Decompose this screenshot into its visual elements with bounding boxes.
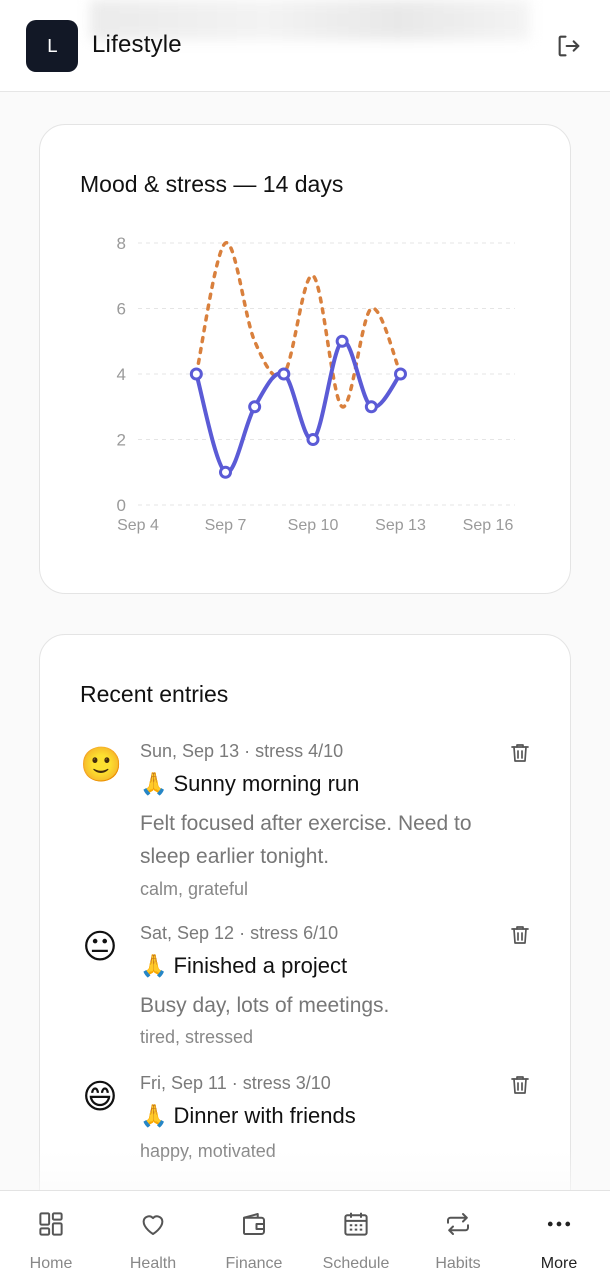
y-tick-label: 0 [117,496,126,515]
app-logo[interactable]: L [26,20,78,72]
nav-item-schedule[interactable]: Schedule [305,1191,407,1287]
data-point[interactable] [248,400,262,414]
trash-icon[interactable] [508,923,532,947]
nav-item-more[interactable]: More [508,1191,610,1287]
data-point[interactable] [189,367,203,381]
data-point[interactable] [364,400,378,414]
heart-icon [142,1215,164,1235]
nav-label-more: More [540,1255,578,1272]
entry-note: Busy day, lots of meetings. [140,994,390,1017]
x-tick-label: Sep 10 [288,517,339,534]
nav-item-finance[interactable]: Finance [203,1191,305,1287]
entry-tags: happy, motivated [140,1141,276,1161]
x-tick-label: Sep 4 [117,517,159,534]
trash-icon[interactable] [508,741,532,765]
entry-title: 🙏 Finished a project [140,953,348,978]
y-tick-label: 6 [117,300,126,319]
nav-item-health[interactable]: Health [102,1191,204,1287]
app-header: L Lifestyle [0,0,610,92]
entry-item[interactable]: 😐 Sat, Sep 12 · stress 6/10 🙏 Finished a… [80,923,540,1047]
recent-entries-card: Recent entries 🙂 Sun, Sep 13 · stress 4/… [39,634,571,1254]
y-tick-label: 8 [117,234,126,253]
entry-tags: calm, grateful [140,879,249,899]
wallet-icon [243,1213,265,1235]
data-point[interactable] [306,433,320,446]
entries-title: Recent entries [80,681,229,707]
entry-title: 🙏 Sunny morning run [140,771,360,796]
entry-title: 🙏 Dinner with friends [140,1103,356,1128]
entry-meta: Sat, Sep 12 · stress 6/10 [140,923,339,943]
logout-icon [558,35,580,57]
more-dots-icon [547,1221,571,1227]
bottom-nav: Home Health Finance Schedule Habits More [0,1190,610,1287]
mood-stress-chart: 0 2 4 6 8 Sep 4 Sep 7 Sep 10 Sep 13 Sep 16 [117,234,515,534]
x-tick-label: Sep 16 [463,517,514,534]
nav-label-health: Health [129,1255,177,1272]
x-tick-label: Sep 7 [205,517,247,534]
entry-meta: Fri, Sep 11 · stress 3/10 [140,1073,331,1093]
nav-label-finance: Finance [225,1255,283,1272]
calendar-icon [344,1212,368,1236]
entry-item[interactable]: 😄 Fri, Sep 11 · stress 3/10 🙏 Dinner wit… [80,1073,540,1173]
entry-item[interactable]: 🙂 Sun, Sep 13 · stress 4/10 🙏 Sunny morn… [80,741,540,901]
mood-emoji: 😐 [82,927,118,967]
nav-item-home[interactable]: Home [0,1191,102,1287]
entry-note: Felt focused after exercise. Need to sle… [140,812,472,868]
trash-icon[interactable] [508,1073,532,1097]
repeat-icon [447,1213,469,1235]
data-point[interactable] [219,465,232,479]
entry-tags: tired, stressed [140,1027,254,1047]
nav-label-schedule: Schedule [322,1255,390,1272]
data-point[interactable] [335,334,349,348]
mood-stress-card: Mood & stress — 14 days 0 2 4 6 8 Sep 4 Sep 7S… [39,124,571,594]
home-grid-icon [39,1212,63,1236]
stress-series-line [194,241,403,409]
logout-button[interactable] [553,30,585,62]
nav-label-habits: Habits [435,1255,481,1272]
x-tick-label: Sep 13 [375,517,426,534]
data-point[interactable] [394,367,407,381]
mood-emoji: 😄 [82,1077,118,1117]
nav-item-habits[interactable]: Habits [407,1191,509,1287]
mood-emoji: 🙂 [80,745,123,785]
y-tick-label: 4 [117,365,126,384]
y-tick-label: 2 [117,431,126,450]
app-title: Lifestyle [92,31,182,58]
entry-meta: Sun, Sep 13 · stress 4/10 [140,741,344,761]
data-point[interactable] [277,367,291,381]
nav-label-home: Home [29,1255,73,1272]
